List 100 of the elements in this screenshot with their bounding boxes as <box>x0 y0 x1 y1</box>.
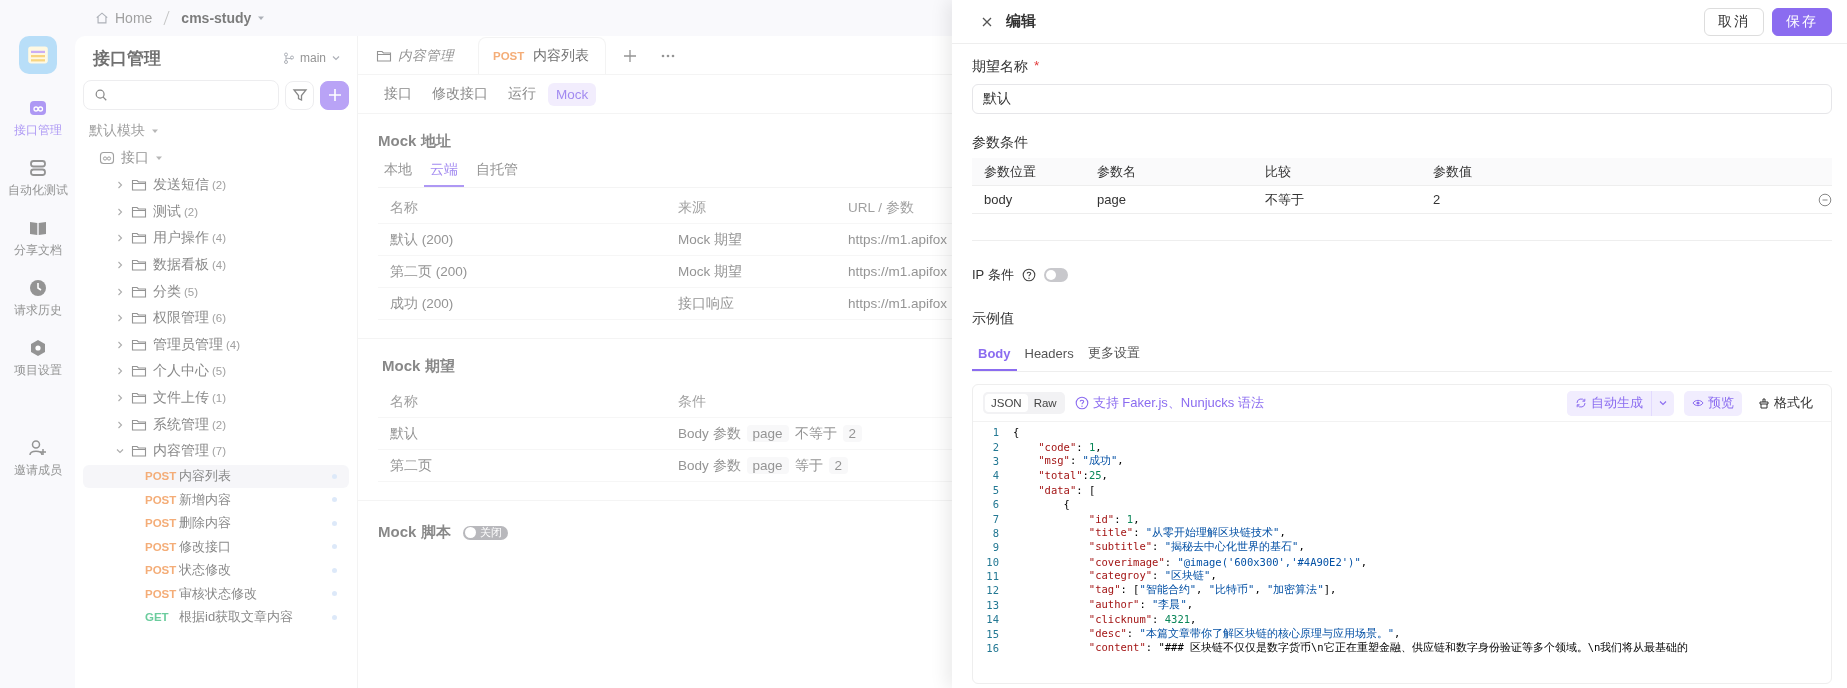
stack-icon <box>27 158 48 178</box>
tree-item[interactable]: 接口 <box>83 144 349 172</box>
code-line: "content": "### 区块链不仅仅是数字货币\n它正在重塑金融、供应链和数字身份验证等多个领域。\n我们将从最基础的 <box>1087 641 1689 656</box>
folder-item[interactable]: 权限管理 (6) <box>83 304 349 332</box>
nav-item[interactable]: 接口管理 <box>13 98 62 138</box>
cancel-button[interactable]: 取消 <box>1704 7 1764 36</box>
field-label: 期望名称 <box>972 58 1028 76</box>
nav-item[interactable]: 分享文档 <box>13 218 62 258</box>
condition-source: Body 参数 <box>678 424 741 443</box>
table-cell-text: https://m1.apifox <box>848 264 949 279</box>
endpoint-item[interactable]: POST 状态修改 <box>83 558 349 583</box>
search-icon <box>94 88 108 102</box>
folder-icon <box>131 363 147 380</box>
example-tab[interactable]: Body <box>972 340 1017 371</box>
nav-item[interactable]: 项目设置 <box>13 338 62 378</box>
caret-icon <box>155 154 163 162</box>
folder-item[interactable]: 数据看板 (4) <box>83 251 349 279</box>
nav-item[interactable]: 邀请成员 <box>13 438 62 478</box>
folder-item[interactable]: 用户操作 (4) <box>83 225 349 252</box>
line-number: 3 <box>991 454 1000 467</box>
chevron-right-icon <box>115 393 125 404</box>
table-cell-text: page <box>1097 192 1127 207</box>
folder-item[interactable]: 管理员管理 (4) <box>83 331 349 359</box>
section-title: Mock 期望 <box>382 357 456 376</box>
panel-title: 接口管理 <box>93 47 161 70</box>
name-input[interactable]: 默认 <box>972 84 1832 114</box>
table-cell-text: 2 <box>1433 192 1442 207</box>
endpoint-item[interactable]: POST 新增内容 <box>83 488 349 512</box>
nav-item[interactable]: 请求历史 <box>13 278 62 318</box>
preview-button[interactable]: 预览 <box>1684 390 1742 416</box>
search-field[interactable] <box>83 80 279 110</box>
param-chip: page <box>746 457 789 474</box>
chevron-right-icon <box>115 233 125 244</box>
endpoint-item[interactable]: POST 修改接口 <box>83 535 349 559</box>
line-number: 7 <box>991 512 1000 525</box>
clock-icon <box>27 278 48 298</box>
format-tab[interactable]: Raw <box>1027 394 1063 412</box>
nav-item[interactable]: 自动化测试 <box>7 158 68 198</box>
example-tab[interactable]: Headers <box>1018 340 1080 371</box>
section-title: Mock 地址 <box>378 132 452 151</box>
help-icon[interactable] <box>1021 268 1036 282</box>
field-label: IP 条件 <box>972 266 1014 284</box>
filter-button[interactable] <box>285 80 314 110</box>
field-label: 参数条件 <box>972 134 1029 152</box>
status-dot <box>332 497 337 503</box>
line-number: 13 <box>985 598 1000 611</box>
branch-selector[interactable]: main <box>283 51 341 65</box>
folder-item[interactable]: 个人中心 (5) <box>83 358 349 385</box>
line-number: 2 <box>991 440 1000 453</box>
chevron-right-icon <box>115 419 125 430</box>
example-tab[interactable]: 更多设置 <box>1081 340 1146 371</box>
line-number: 10 <box>985 555 1000 568</box>
code-line: "code": 1, <box>1037 440 1102 453</box>
folder-item[interactable]: 内容管理 (7) <box>83 437 349 465</box>
toggle-switch[interactable]: 关闭 <box>462 525 508 540</box>
drawer-title: 编辑 <box>1006 12 1036 31</box>
view-tab[interactable]: 接口 <box>376 81 420 107</box>
add-tab-icon[interactable] <box>622 48 638 64</box>
endpoint-item[interactable]: GET 根据id获取文章内容 <box>83 605 349 630</box>
refresh-icon <box>1575 397 1587 409</box>
table-cell-text: 不等于 <box>1265 190 1305 209</box>
table-cell-text: Mock 期望 <box>678 262 743 281</box>
table-cell-text: 接口响应 <box>678 294 735 313</box>
view-tab[interactable]: 运行 <box>500 81 544 107</box>
condition-operator: 不等于 <box>794 424 837 443</box>
table-cell-text: Mock 期望 <box>678 230 743 249</box>
folder-item[interactable]: 系统管理 (2) <box>83 411 349 438</box>
folder-icon <box>376 48 392 64</box>
mock-tab[interactable]: 云端 <box>424 157 464 187</box>
view-tab[interactable]: 修改接口 <box>424 81 496 107</box>
endpoint-item[interactable]: POST 内容列表 <box>83 464 349 489</box>
breadcrumb-link[interactable]: Home <box>115 10 153 26</box>
folder-item[interactable]: 文件上传 (1) <box>83 384 349 412</box>
folder-item[interactable]: 分类 (5) <box>83 278 349 305</box>
chevron-right-icon <box>115 339 125 350</box>
code-line: "msg": "成功", <box>1037 453 1124 468</box>
format-tab[interactable]: JSON <box>985 394 1028 412</box>
code-line: "subtitle": "揭秘去中心化世界的基石", <box>1087 540 1305 555</box>
endpoint-item[interactable]: POST 删除内容 <box>83 511 349 536</box>
line-number: 5 <box>991 483 1000 496</box>
remove-icon[interactable] <box>1818 192 1832 207</box>
folder-item[interactable]: 测试 (2) <box>83 198 349 226</box>
mock-tab[interactable]: 本地 <box>378 157 418 187</box>
folder-item[interactable]: 发送短信 (2) <box>83 172 349 199</box>
document-tab[interactable]: 内容管理 <box>362 38 468 74</box>
document-tab[interactable]: POST 内容列表 <box>478 37 606 74</box>
toggle-switch[interactable] <box>1043 268 1068 282</box>
endpoint-item[interactable]: POST 审核状态修改 <box>83 582 349 606</box>
format-button[interactable]: 格式化 <box>1752 393 1819 413</box>
syntax-link[interactable]: 支持 Faker.js、Nunjucks 语法 <box>1074 394 1264 412</box>
add-button[interactable] <box>320 80 349 110</box>
module-selector[interactable]: 默认模块 <box>83 118 349 144</box>
chevron-right-icon <box>115 366 125 377</box>
folder-icon <box>131 443 147 460</box>
save-button[interactable]: 保存 <box>1772 7 1832 36</box>
view-tab[interactable]: Mock <box>548 82 597 106</box>
project-selector[interactable]: cms-study <box>181 10 252 26</box>
field-label: 示例值 <box>972 310 1015 328</box>
column-header: 比较 <box>1265 162 1292 181</box>
mock-tab[interactable]: 自托管 <box>470 157 524 187</box>
